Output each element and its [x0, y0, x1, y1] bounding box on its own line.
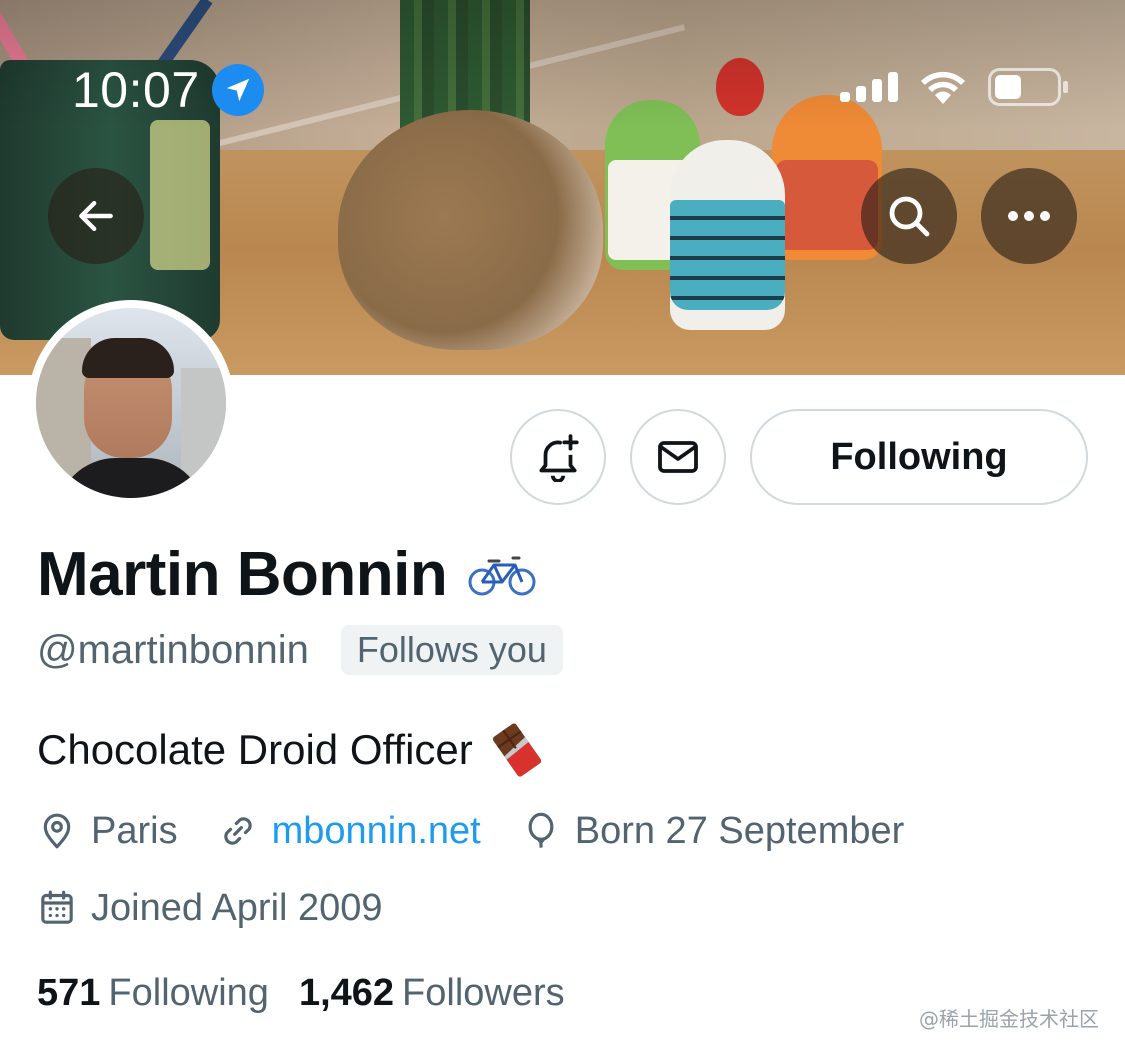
profile-meta-joined: Joined April 2009	[37, 885, 383, 931]
location-text: Paris	[91, 810, 178, 852]
bell-plus-icon	[539, 434, 579, 482]
following-count: 571	[37, 972, 101, 1014]
back-button[interactable]	[48, 168, 144, 264]
handle-row: @martinbonnin Follows you	[37, 625, 563, 675]
envelope-icon	[658, 441, 698, 473]
battery-icon	[988, 68, 1068, 106]
following-label: Following	[108, 972, 269, 1014]
more-dots-icon	[1008, 211, 1050, 221]
balloon-icon	[528, 812, 554, 848]
location-pin-icon	[43, 813, 71, 849]
profile-meta: Paris mbonnin.net Born 27 September	[37, 808, 904, 854]
bio: Chocolate Droid Officer	[37, 722, 545, 778]
birthday-item: Born 27 September	[521, 808, 905, 854]
calendar-icon	[41, 890, 73, 924]
bio-text: Chocolate Droid Officer	[37, 726, 473, 773]
follows-you-badge: Follows you	[340, 625, 563, 675]
search-icon	[889, 196, 930, 237]
following-button[interactable]: Following	[750, 409, 1088, 505]
banner-white-droid-body	[670, 200, 785, 310]
link-icon	[223, 817, 252, 845]
followers-stat[interactable]: 1,462 Followers	[299, 970, 565, 1016]
avatar-photo	[36, 308, 226, 498]
cellular-signal-icon	[840, 72, 898, 102]
avatar[interactable]	[28, 300, 234, 506]
follow-stats: 571 Following 1,462 Followers	[37, 970, 565, 1016]
wifi-icon	[921, 71, 965, 104]
username-handle: @martinbonnin	[37, 628, 309, 672]
notifications-button[interactable]	[510, 409, 606, 505]
website-item[interactable]: mbonnin.net	[218, 808, 481, 854]
watermark: @稀土掘金技术社区	[919, 1007, 1099, 1031]
joined-item: Joined April 2009	[37, 885, 383, 931]
birthday-text: Born 27 September	[574, 810, 905, 852]
more-button[interactable]	[981, 168, 1077, 264]
avatar-hair	[82, 338, 174, 378]
search-button[interactable]	[861, 168, 957, 264]
website-link[interactable]: mbonnin.net	[272, 808, 481, 854]
name-row: Martin Bonnin	[37, 540, 537, 610]
banner-glass-pot	[338, 110, 603, 350]
banner-mug-label	[150, 120, 210, 270]
display-name: Martin Bonnin	[37, 540, 448, 609]
bicycle-emoji	[468, 556, 536, 596]
back-arrow-icon	[79, 200, 113, 232]
chocolate-bar-emoji	[492, 723, 541, 777]
followers-count: 1,462	[298, 972, 395, 1014]
status-icons	[840, 68, 1070, 106]
followers-label: Followers	[402, 972, 565, 1014]
joined-text: Joined April 2009	[91, 887, 383, 929]
following-stat[interactable]: 571 Following	[37, 970, 269, 1016]
location-arrow-icon	[212, 64, 264, 116]
status-time: 10:07	[72, 62, 200, 118]
message-button[interactable]	[630, 409, 726, 505]
location-item: Paris	[37, 808, 178, 854]
